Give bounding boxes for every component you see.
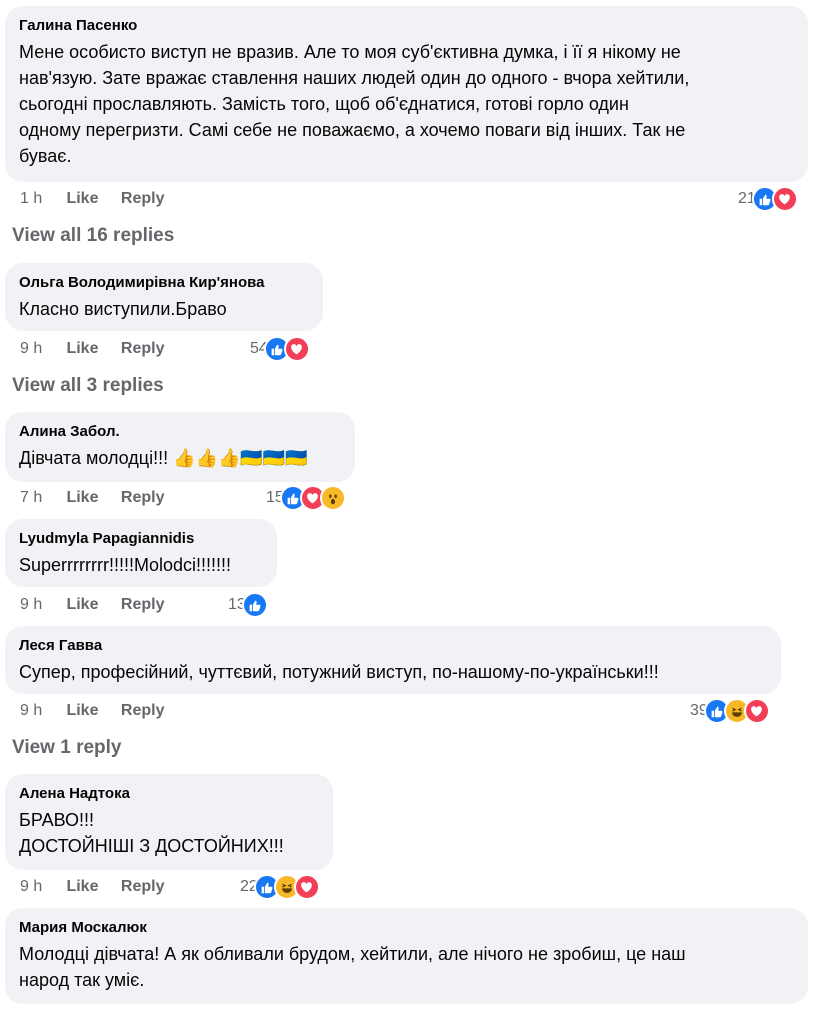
like-button[interactable]: Like	[66, 700, 98, 722]
comment-author[interactable]: Алина Забол.	[19, 422, 341, 442]
view-replies-link[interactable]: View 1 reply	[12, 737, 122, 759]
comment-text: Молодці дівчата! А як обливали брудом, х…	[19, 944, 686, 990]
reaction-summary[interactable]: 21	[738, 186, 798, 212]
comment-text: Дівчата молодці!!! 👍👍👍🇺🇦🇺🇦🇺🇦	[19, 448, 308, 468]
comment-meta: 9 h Like Reply	[20, 876, 183, 898]
heart-icon	[771, 186, 798, 212]
comment-text: Класно виступили.Браво	[19, 299, 227, 319]
wow-face-icon	[319, 485, 346, 511]
reaction-summary[interactable]: 15	[266, 485, 346, 511]
reaction-summary[interactable]: 39	[690, 698, 770, 724]
comment-text: Мене особисто виступ не вразив. Але то м…	[19, 42, 690, 166]
comment-time[interactable]: 7 h	[20, 487, 62, 509]
reply-button[interactable]: Reply	[121, 594, 165, 616]
reply-button[interactable]: Reply	[121, 876, 165, 898]
comment-time[interactable]: 9 h	[20, 700, 62, 722]
comment-author[interactable]: Ольга Володимирівна Кир'янова	[19, 273, 309, 293]
like-button[interactable]: Like	[66, 876, 98, 898]
comment-meta: 1 h Like Reply	[20, 188, 183, 210]
reply-button[interactable]: Reply	[121, 188, 165, 210]
like-button[interactable]: Like	[66, 594, 98, 616]
like-button[interactable]: Like	[66, 487, 98, 509]
comment-bubble: Галина Пасенко Мене особисто виступ не в…	[5, 6, 808, 182]
comment-author[interactable]: Lyudmyla Papagiannidis	[19, 529, 263, 549]
comment-text: Superrrrrrrr!!!!!Molodci!!!!!!!	[19, 555, 232, 575]
thumbs-up-icon	[241, 592, 268, 618]
heart-icon	[283, 336, 310, 362]
comment-meta: 9 h Like Reply	[20, 338, 183, 360]
reply-button[interactable]: Reply	[121, 700, 165, 722]
comment-time[interactable]: 1 h	[20, 188, 62, 210]
heart-icon	[743, 698, 770, 724]
comment-author[interactable]: Галина Пасенко	[19, 16, 794, 36]
comment-text: Супер, професійний, чуттєвий, потужний в…	[19, 662, 659, 682]
comment-bubble: Алина Забол. Дівчата молодці!!! 👍👍👍🇺🇦🇺🇦🇺…	[5, 412, 355, 482]
comment-bubble: Ольга Володимирівна Кир'янова Класно вис…	[5, 263, 323, 331]
like-button[interactable]: Like	[66, 338, 98, 360]
reaction-summary[interactable]: 13	[228, 592, 268, 618]
reaction-summary[interactable]: 22	[240, 874, 320, 900]
comment-author[interactable]: Алена Надтока	[19, 784, 319, 804]
comment-meta: 9 h Like Reply	[20, 594, 183, 616]
view-replies-link[interactable]: View all 3 replies	[12, 375, 164, 397]
comment-time[interactable]: 9 h	[20, 594, 62, 616]
like-button[interactable]: Like	[66, 188, 98, 210]
comment-time[interactable]: 9 h	[20, 876, 62, 898]
comment-author[interactable]: Мария Москалюк	[19, 918, 794, 938]
comment-bubble: Lyudmyla Papagiannidis Superrrrrrrr!!!!!…	[5, 519, 277, 587]
reaction-summary[interactable]: 54	[250, 336, 310, 362]
heart-icon	[293, 874, 320, 900]
comment-bubble: Мария Москалюк Молодці дівчата! А як обл…	[5, 908, 808, 1004]
comment-text: БРАВО!!! ДОСТОЙНІШІ З ДОСТОЙНИХ!!!	[19, 810, 284, 856]
reply-button[interactable]: Reply	[121, 487, 165, 509]
comment-author[interactable]: Леся Гавва	[19, 636, 767, 656]
comment-meta: 7 h Like Reply	[20, 487, 183, 509]
reply-button[interactable]: Reply	[121, 338, 165, 360]
comment-meta: 9 h Like Reply	[20, 700, 183, 722]
view-replies-link[interactable]: View all 16 replies	[12, 225, 174, 247]
comment-bubble: Алена Надтока БРАВО!!! ДОСТОЙНІШІ З ДОСТ…	[5, 774, 333, 870]
comment-time[interactable]: 9 h	[20, 338, 62, 360]
comment-bubble: Леся Гавва Супер, професійний, чуттєвий,…	[5, 626, 781, 694]
